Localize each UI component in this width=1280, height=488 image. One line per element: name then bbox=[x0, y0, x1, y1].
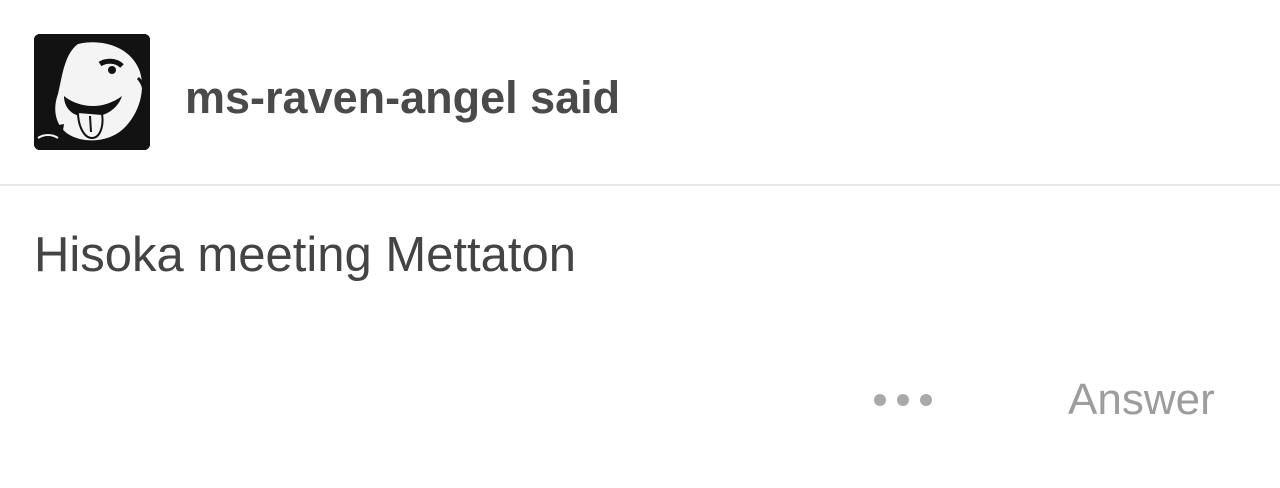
more-dot bbox=[897, 394, 909, 406]
answer-button[interactable]: Answer bbox=[1068, 374, 1215, 426]
ask-card: ms-raven-angel said Hisoka meeting Metta… bbox=[0, 0, 1280, 488]
asker-avatar[interactable] bbox=[34, 34, 150, 150]
more-options-icon[interactable] bbox=[866, 380, 946, 420]
avatar-image bbox=[34, 34, 150, 150]
divider bbox=[0, 184, 1280, 186]
question-text: Hisoka meeting Mettaton bbox=[34, 228, 576, 282]
more-dot bbox=[874, 394, 886, 406]
asker-name[interactable]: ms-raven-angel said bbox=[185, 72, 620, 124]
more-dot bbox=[920, 394, 932, 406]
asker-row: ms-raven-angel said bbox=[0, 0, 1280, 185]
